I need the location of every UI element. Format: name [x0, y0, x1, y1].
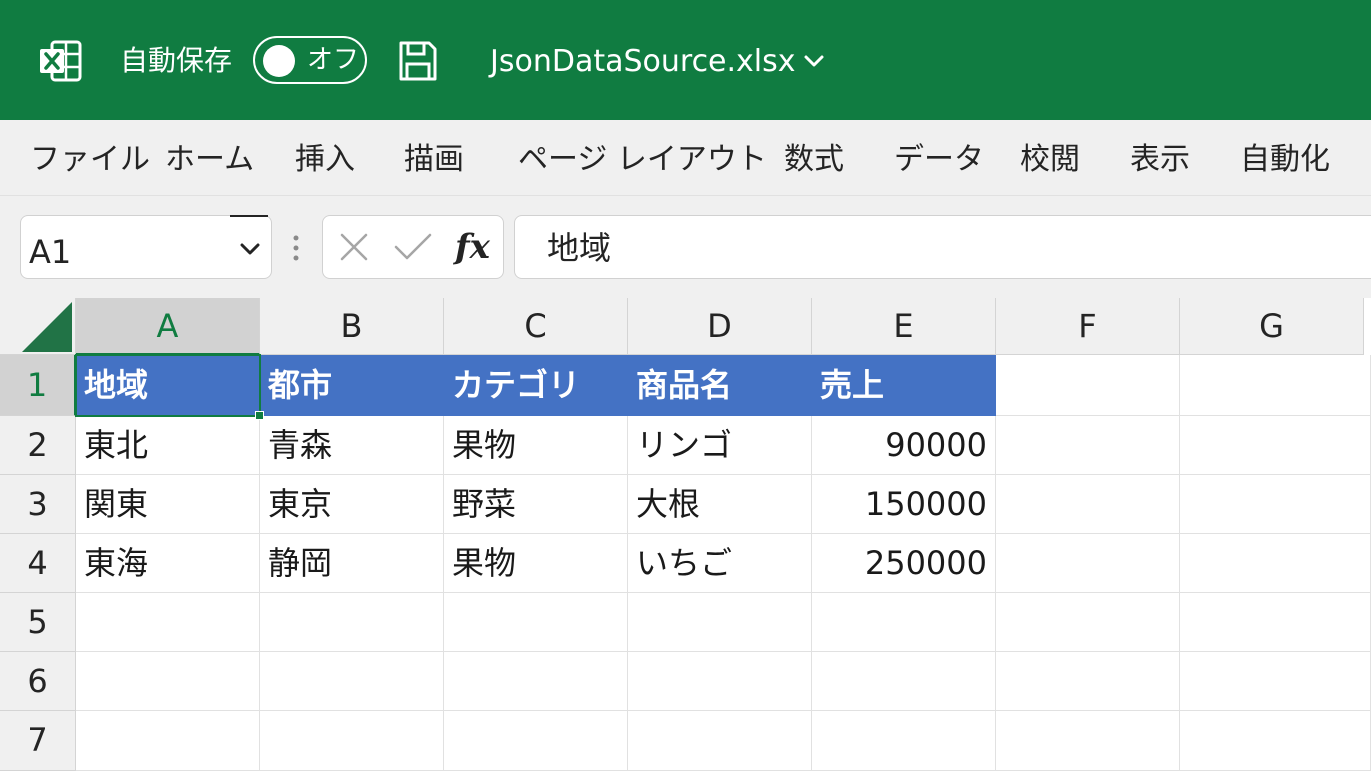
cell-c5[interactable]	[444, 593, 628, 652]
row-header-3[interactable]: 3	[0, 475, 76, 534]
check-icon[interactable]	[393, 232, 433, 262]
title-bar: 自動保存 オフ JsonDataSource.xlsx	[0, 0, 1371, 120]
cell-b2[interactable]: 青森	[260, 416, 444, 475]
cell-g3[interactable]	[1180, 475, 1371, 534]
cell-g5[interactable]	[1180, 593, 1371, 652]
tab-file[interactable]: ファイル	[30, 140, 150, 180]
cell-e5[interactable]	[812, 593, 996, 652]
excel-logo-icon[interactable]	[38, 40, 82, 82]
tab-automate[interactable]: 自動化	[1240, 140, 1330, 180]
cell-f7[interactable]	[996, 711, 1180, 771]
tab-formulas[interactable]: 数式	[784, 140, 844, 180]
cell-a5[interactable]	[76, 593, 260, 652]
cell-b1[interactable]: 都市	[260, 355, 444, 416]
formula-value: 地域	[547, 229, 612, 267]
autosave-toggle[interactable]: オフ	[253, 36, 367, 84]
cell-e6[interactable]	[812, 652, 996, 711]
cell-d1[interactable]: 商品名	[628, 355, 812, 416]
tab-draw[interactable]: 描画	[404, 140, 464, 180]
row-header-1[interactable]: 1	[0, 355, 76, 416]
cell-d4[interactable]: いちご	[628, 534, 812, 593]
row-header-4[interactable]: 4	[0, 534, 76, 593]
autosave-label: 自動保存	[120, 44, 233, 77]
tab-insert[interactable]: 挿入	[295, 140, 355, 180]
fill-handle[interactable]	[255, 411, 264, 420]
cell-a4[interactable]: 東海	[76, 534, 260, 593]
cell-b5[interactable]	[260, 593, 444, 652]
cell-c4[interactable]: 果物	[444, 534, 628, 593]
cell-b7[interactable]	[260, 711, 444, 771]
cell-a3[interactable]: 関東	[76, 475, 260, 534]
cancel-icon[interactable]	[339, 232, 369, 262]
column-header-f[interactable]: F	[996, 298, 1180, 355]
row-header-2[interactable]: 2	[0, 416, 76, 475]
insert-function-icon[interactable]: fx	[455, 226, 490, 268]
autosave-state: オフ	[307, 45, 360, 75]
active-cell-selection	[75, 354, 261, 417]
cell-e1[interactable]: 売上	[812, 355, 996, 416]
row-header-6[interactable]: 6	[0, 652, 76, 711]
cell-d7[interactable]	[628, 711, 812, 771]
cell-d3[interactable]: 大根	[628, 475, 812, 534]
cell-c6[interactable]	[444, 652, 628, 711]
cell-f4[interactable]	[996, 534, 1180, 593]
cell-f5[interactable]	[996, 593, 1180, 652]
cell-d2[interactable]: リンゴ	[628, 416, 812, 475]
cell-g2[interactable]	[1180, 416, 1371, 475]
column-header-g[interactable]: G	[1180, 298, 1364, 355]
cell-d6[interactable]	[628, 652, 812, 711]
cell-a6[interactable]	[76, 652, 260, 711]
cell-a2[interactable]: 東北	[76, 416, 260, 475]
tab-review[interactable]: 校閲	[1020, 140, 1080, 180]
cell-g4[interactable]	[1180, 534, 1371, 593]
cell-e4[interactable]: 250000	[812, 534, 996, 593]
formula-bar-area: A1 fx 地域	[0, 196, 1371, 298]
cell-b6[interactable]	[260, 652, 444, 711]
tab-home[interactable]: ホーム	[165, 140, 254, 180]
cell-e2[interactable]: 90000	[812, 416, 996, 475]
formula-input[interactable]: 地域	[514, 215, 1371, 279]
column-header-a[interactable]: A	[76, 298, 260, 355]
row-header-5[interactable]: 5	[0, 593, 76, 652]
cell-f6[interactable]	[996, 652, 1180, 711]
cell-b3[interactable]: 東京	[260, 475, 444, 534]
file-name[interactable]: JsonDataSource.xlsx	[490, 42, 796, 82]
select-all-icon	[22, 302, 72, 352]
cell-e7[interactable]	[812, 711, 996, 771]
name-box-value: A1	[29, 233, 72, 271]
row-header-7[interactable]: 7	[0, 711, 76, 771]
more-options-icon[interactable]	[292, 234, 300, 262]
column-header-d[interactable]: D	[628, 298, 812, 355]
cell-f2[interactable]	[996, 416, 1180, 475]
cell-c2[interactable]: 果物	[444, 416, 628, 475]
column-header-c[interactable]: C	[444, 298, 628, 355]
tab-data[interactable]: データ	[894, 140, 984, 180]
cell-e3[interactable]: 150000	[812, 475, 996, 534]
cell-g1[interactable]	[1180, 355, 1371, 416]
cell-d5[interactable]	[628, 593, 812, 652]
cell-c7[interactable]	[444, 711, 628, 771]
cell-f1[interactable]	[996, 355, 1180, 416]
tab-view[interactable]: 表示	[1130, 140, 1190, 180]
toggle-knob	[263, 45, 295, 77]
name-box[interactable]: A1	[20, 215, 272, 279]
cell-f3[interactable]	[996, 475, 1180, 534]
column-header-e[interactable]: E	[812, 298, 996, 355]
chevron-down-icon[interactable]	[239, 240, 261, 258]
select-all-corner[interactable]	[0, 298, 76, 355]
name-box-divider	[230, 215, 268, 217]
cell-c3[interactable]: 野菜	[444, 475, 628, 534]
cell-b4[interactable]: 静岡	[260, 534, 444, 593]
tab-page-layout[interactable]: ページ レイアウト	[518, 140, 767, 180]
save-icon[interactable]	[398, 40, 438, 82]
formula-actions: fx	[322, 215, 504, 279]
ribbon-tab-bar: ファイル ホーム 挿入 描画 ページ レイアウト 数式 データ 校閲 表示 自動…	[0, 120, 1371, 196]
cell-g7[interactable]	[1180, 711, 1371, 771]
chevron-down-icon[interactable]	[803, 50, 825, 72]
cell-g6[interactable]	[1180, 652, 1371, 711]
spreadsheet-grid: A B C D E F G 1 2 3 4 5 6 7 地域 都市 カテゴリ 商…	[0, 298, 1371, 771]
cell-c1[interactable]: カテゴリ	[444, 355, 628, 416]
column-header-b[interactable]: B	[260, 298, 444, 355]
cell-a7[interactable]	[76, 711, 260, 771]
